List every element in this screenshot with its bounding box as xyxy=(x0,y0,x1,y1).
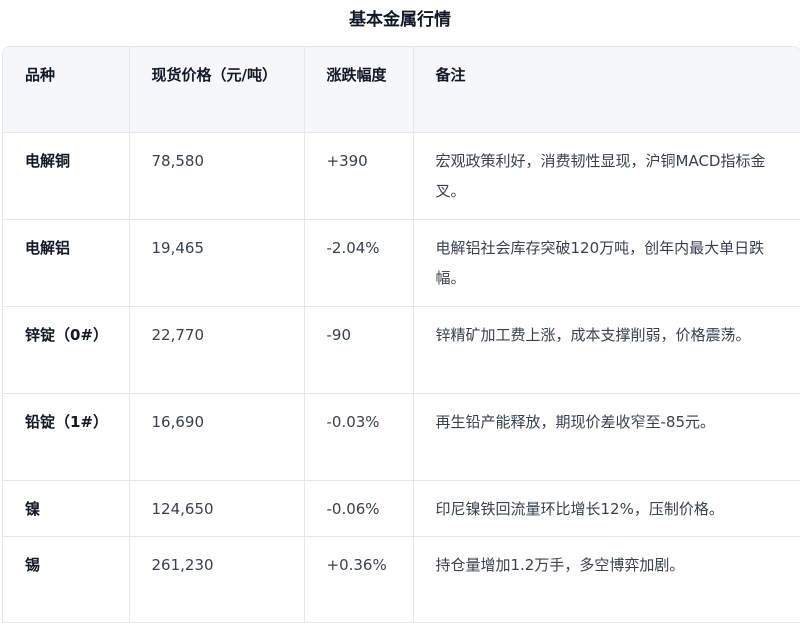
cell-change: -90 xyxy=(304,306,414,394)
table-header-row: 品种 现货价格（元/吨） 涨跌幅度 备注 xyxy=(3,47,800,133)
cell-variety: 电解铝 xyxy=(3,219,130,307)
table-row: 电解铝 19,465 -2.04% 电解铝社会库存突破120万吨，创年内最大单日… xyxy=(3,219,800,307)
cell-price: 78,580 xyxy=(129,132,305,220)
cell-variety: 锌锭（0#） xyxy=(3,306,130,394)
cell-price: 124,650 xyxy=(129,480,305,537)
table-title: 基本金属行情 xyxy=(349,10,451,30)
header-change: 涨跌幅度 xyxy=(304,47,414,133)
cell-note: 宏观政策利好，消费韧性显现，沪铜MACD指标金叉。 xyxy=(413,132,800,220)
cell-price: 22,770 xyxy=(129,306,305,394)
cell-change: -0.06% xyxy=(304,480,414,537)
cell-price: 19,465 xyxy=(129,219,305,307)
page: 基本金属行情 品种 现货价格（元/吨） 涨跌幅度 备注 电解铜 78,580 +… xyxy=(0,0,800,623)
cell-note: 锌精矿加工费上涨，成本支撑削弱，价格震荡。 xyxy=(413,306,800,394)
cell-change: +390 xyxy=(304,132,414,220)
cell-variety: 电解铜 xyxy=(3,132,130,220)
header-variety: 品种 xyxy=(3,47,130,133)
cell-price: 261,230 xyxy=(129,536,305,623)
cell-variety: 镍 xyxy=(3,480,130,537)
cell-note: 持仓量增加1.2万手，多空博弈加剧。 xyxy=(413,536,800,623)
table-row: 锌锭（0#） 22,770 -90 锌精矿加工费上涨，成本支撑削弱，价格震荡。 xyxy=(3,306,800,394)
cell-change: +0.36% xyxy=(304,536,414,623)
table-row: 镍 124,650 -0.06% 印尼镍铁回流量环比增长12%，压制价格。 xyxy=(3,480,800,537)
cell-change: -2.04% xyxy=(304,219,414,307)
table-row: 电解铜 78,580 +390 宏观政策利好，消费韧性显现，沪铜MACD指标金叉… xyxy=(3,132,800,220)
header-price: 现货价格（元/吨） xyxy=(129,47,305,133)
table-row: 锡 261,230 +0.36% 持仓量增加1.2万手，多空博弈加剧。 xyxy=(3,536,800,623)
cell-price: 16,690 xyxy=(129,393,305,481)
cell-note: 印尼镍铁回流量环比增长12%，压制价格。 xyxy=(413,480,800,537)
metals-table: 品种 现货价格（元/吨） 涨跌幅度 备注 电解铜 78,580 +390 宏观政… xyxy=(2,46,800,623)
cell-note: 电解铝社会库存突破120万吨，创年内最大单日跌幅。 xyxy=(413,219,800,307)
cell-change: -0.03% xyxy=(304,393,414,481)
cell-note: 再生铅产能释放，期现价差收窄至-85元。 xyxy=(413,393,800,481)
cell-variety: 锡 xyxy=(3,536,130,623)
header-note: 备注 xyxy=(413,47,800,133)
table-row: 铅锭（1#） 16,690 -0.03% 再生铅产能释放，期现价差收窄至-85元… xyxy=(3,393,800,481)
cell-variety: 铅锭（1#） xyxy=(3,393,130,481)
